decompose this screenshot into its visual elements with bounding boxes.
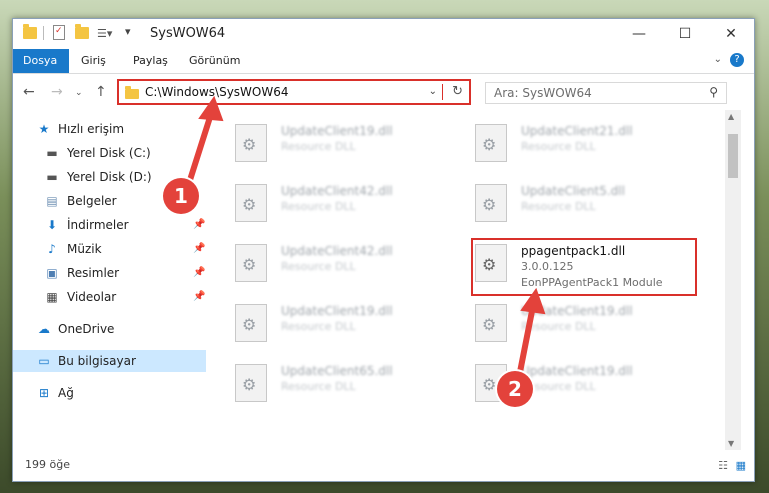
arrow-2-head <box>520 287 546 315</box>
arrow-1-shaft <box>187 111 214 183</box>
annotation-arrows <box>187 95 546 375</box>
arrow-2-shaft <box>517 303 536 375</box>
arrow-1-head <box>198 95 224 122</box>
step-badge-2: 2 <box>497 371 533 407</box>
step-badge-1: 1 <box>163 178 199 214</box>
